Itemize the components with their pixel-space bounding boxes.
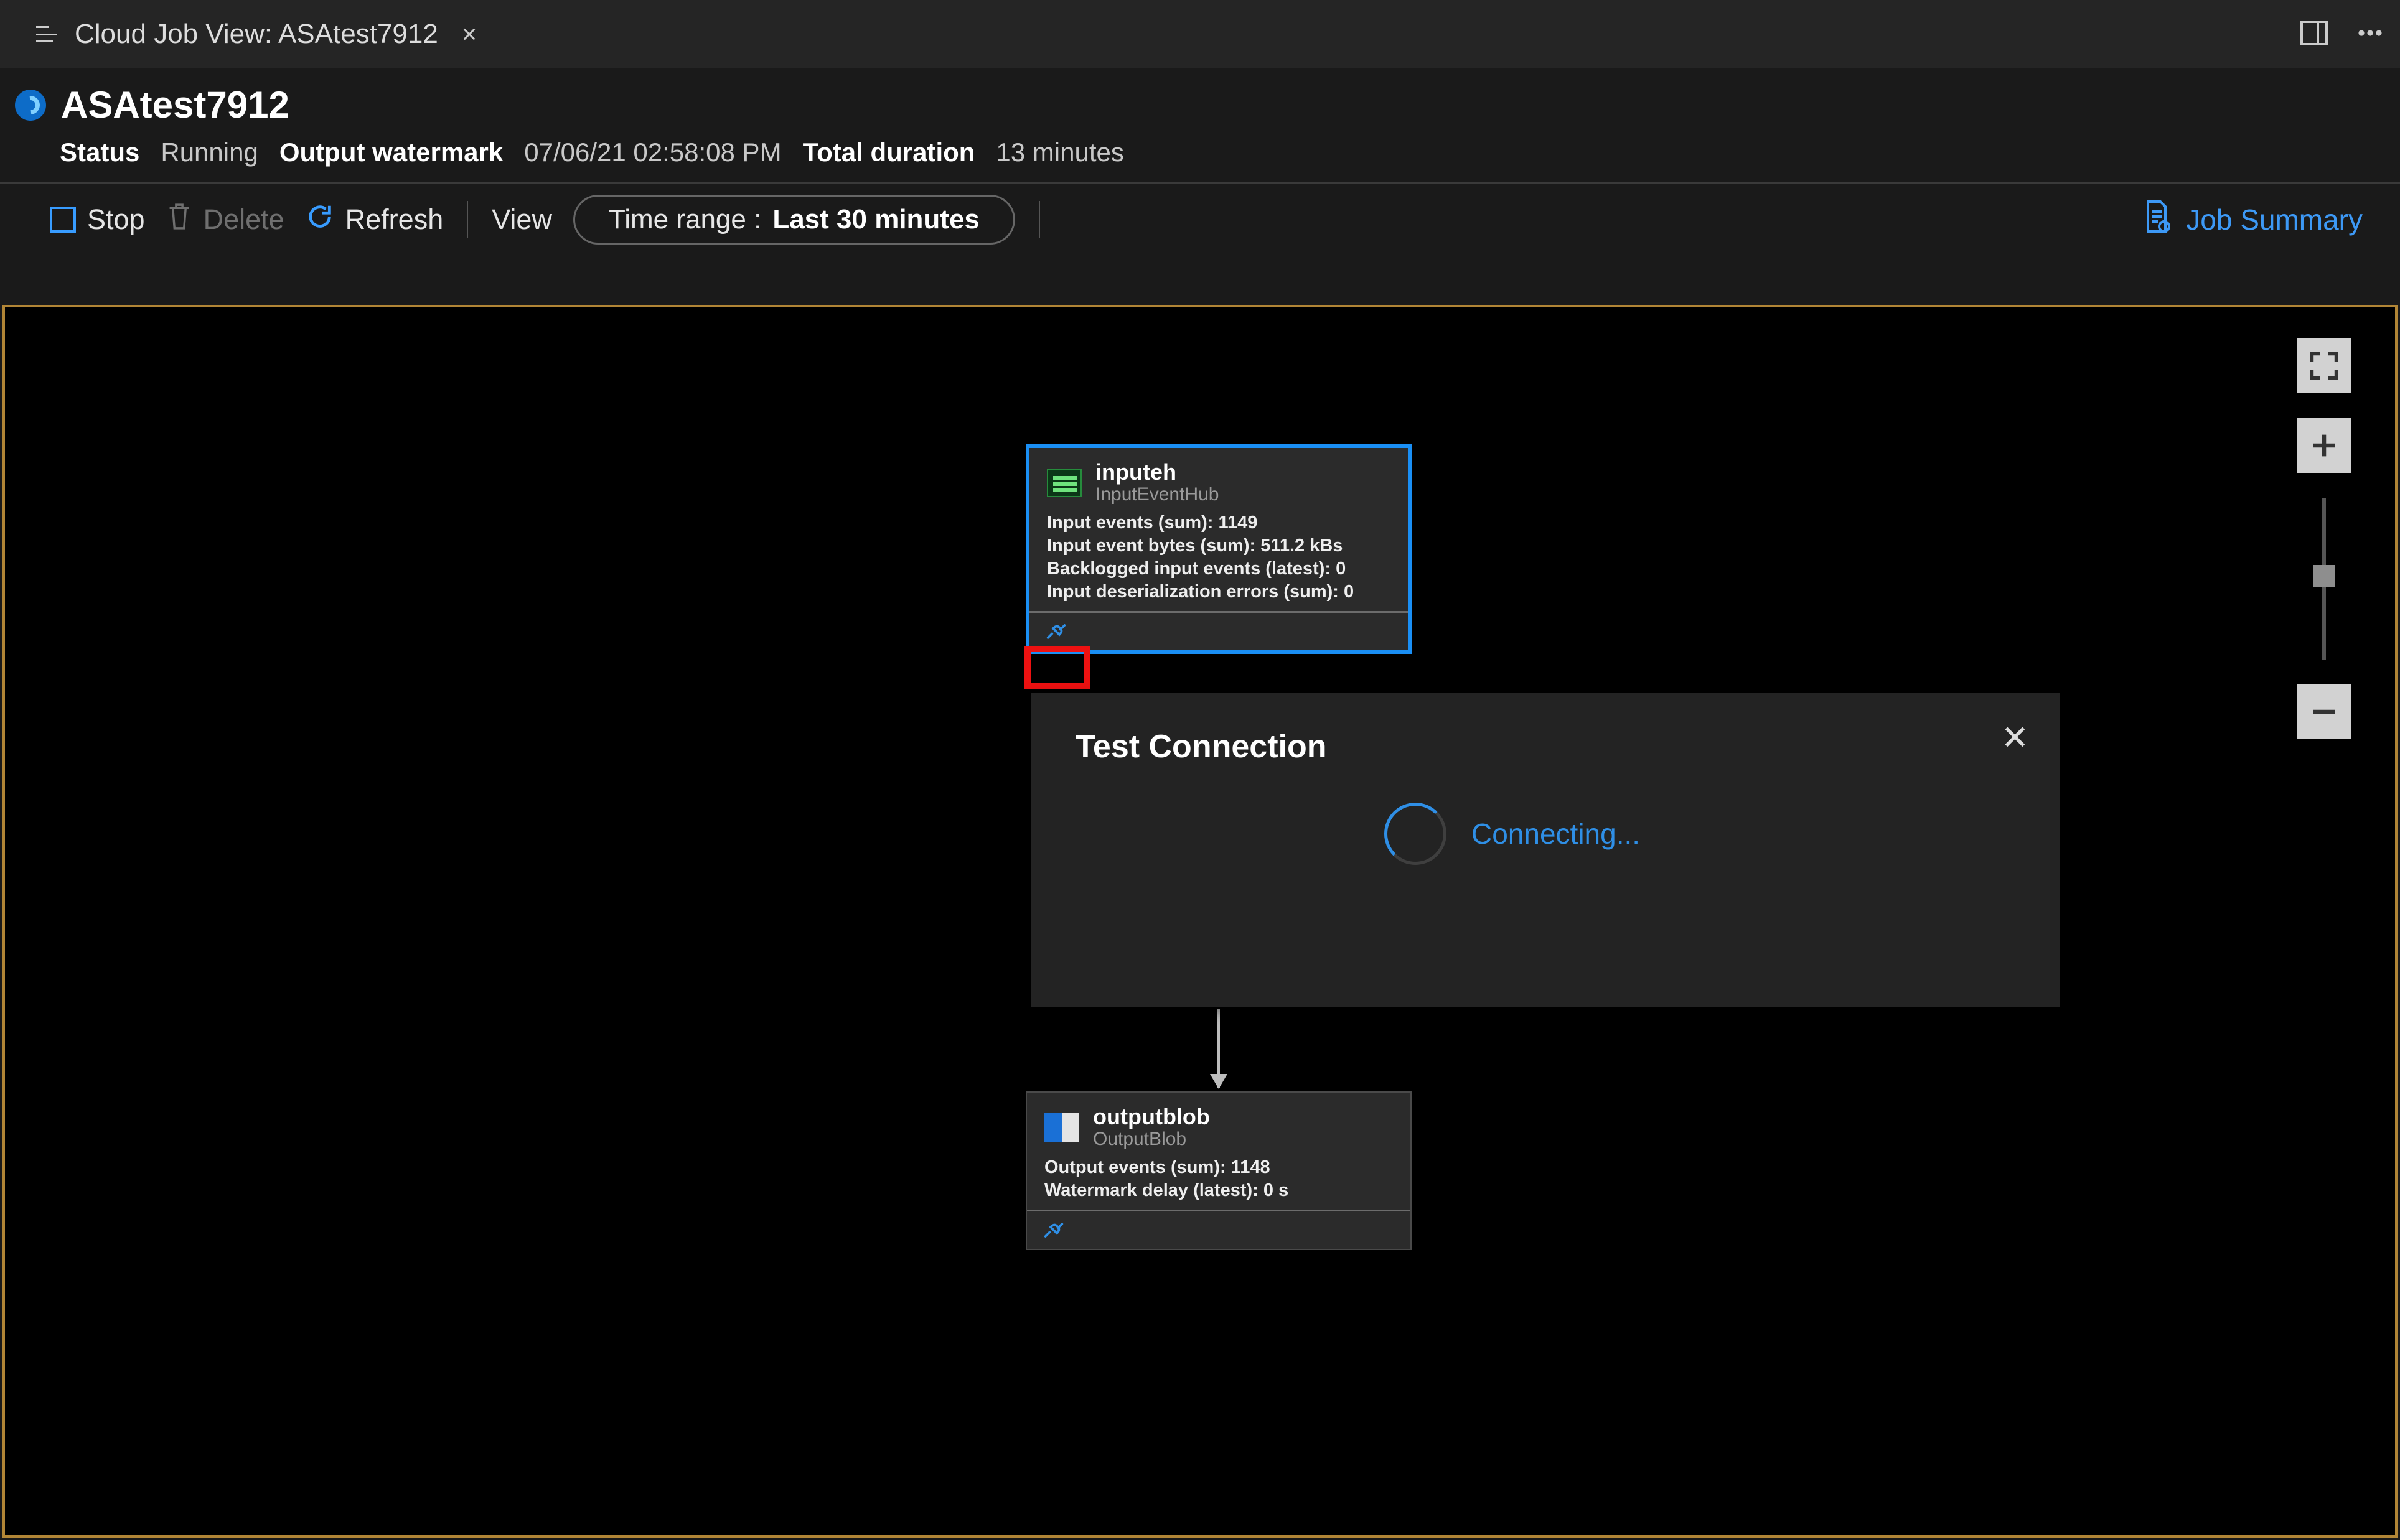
trash-icon [166,202,192,238]
test-connection-dialog: ✕ Test Connection Connecting... [1031,693,2060,1007]
view-label: View [492,203,552,236]
duration-value: 13 minutes [996,138,1123,167]
job-summary-icon [2141,199,2172,241]
tab-title: Cloud Job View: ASAtest7912 [75,19,438,50]
tab-cloud-job-view[interactable]: Cloud Job View: ASAtest7912 × [25,12,494,56]
time-range-pill[interactable]: Time range : Last 30 minutes [573,195,1015,245]
metric-input-bytes: Input event bytes (sum): 511.2 kBs [1047,536,1390,556]
status-value: Running [161,138,258,167]
metric-input-backlog: Backlogged input events (latest): 0 [1047,559,1390,579]
spinner-icon [1384,803,1446,865]
diagram-canvas[interactable]: inputeh InputEventHub Input events (sum)… [2,305,2398,1538]
time-range-label: Time range : [609,204,761,235]
node-output-metrics: Output events (sum): 1148 Watermark dela… [1044,1157,1393,1201]
test-connection-button-output[interactable] [1038,1215,1069,1246]
job-summary-button[interactable]: Job Summary [2141,199,2363,241]
zoom-slider-thumb[interactable] [2313,565,2335,587]
blob-icon [1044,1113,1079,1142]
zoom-out-button[interactable] [2297,684,2351,739]
zoom-in-button[interactable] [2297,418,2351,473]
node-output[interactable]: outputblob OutputBlob Output events (sum… [1026,1091,1412,1250]
tab-bar: Cloud Job View: ASAtest7912 × [0,0,2400,68]
node-input-type: InputEventHub [1095,484,1219,505]
dialog-title: Test Connection [1076,728,2015,765]
delete-button[interactable]: Delete [166,202,284,238]
node-output-type: OutputBlob [1093,1129,1210,1150]
connector-arrow [1217,1009,1220,1088]
job-name: ASAtest7912 [61,83,289,126]
zoom-slider[interactable] [2322,498,2326,660]
dialog-status: Connecting... [1471,817,1640,851]
job-summary-label: Job Summary [2186,203,2363,236]
node-input-metrics: Input events (sum): 1149 Input event byt… [1047,513,1390,602]
metric-input-events: Input events (sum): 1149 [1047,513,1390,533]
delete-label: Delete [204,203,284,236]
more-icon[interactable] [2355,18,2385,51]
status-label: Status [60,138,139,167]
toolbar-divider [467,201,468,238]
watermark-value: 07/06/21 02:58:08 PM [524,138,781,167]
stop-button[interactable]: Stop [50,203,145,236]
time-range-value: Last 30 minutes [772,204,980,235]
refresh-button[interactable]: Refresh [306,202,444,238]
toolbar-divider-2 [1039,201,1040,238]
close-icon[interactable]: × [456,19,484,49]
duration-label: Total duration [803,138,975,167]
job-icon [15,90,46,121]
toolbar: Stop Delete Refresh View Time range : L [0,184,2400,256]
zoom-fit-button[interactable] [2297,338,2351,393]
view-button[interactable]: View [492,203,552,236]
node-input[interactable]: inputeh InputEventHub Input events (sum)… [1026,444,1412,654]
dialog-close-icon[interactable]: ✕ [2001,718,2029,757]
eventhub-icon [1047,469,1082,497]
watermark-label: Output watermark [279,138,503,167]
refresh-icon [306,202,334,238]
refresh-label: Refresh [345,203,444,236]
job-status-row: Status Running Output watermark 07/06/21… [15,138,2363,167]
metric-output-events: Output events (sum): 1148 [1044,1157,1393,1178]
node-input-name: inputeh [1095,460,1219,484]
zoom-controls [2297,338,2351,739]
test-connection-button[interactable] [1041,616,1072,647]
doc-lines-icon [36,26,57,42]
metric-output-delay: Watermark delay (latest): 0 s [1044,1180,1393,1201]
split-panel-icon[interactable] [2299,18,2329,51]
metric-input-errors: Input deserialization errors (sum): 0 [1047,582,1390,602]
stop-label: Stop [87,203,145,236]
stop-icon [50,207,76,233]
job-header: ASAtest7912 Status Running Output waterm… [0,68,2400,182]
node-output-name: outputblob [1093,1105,1210,1129]
